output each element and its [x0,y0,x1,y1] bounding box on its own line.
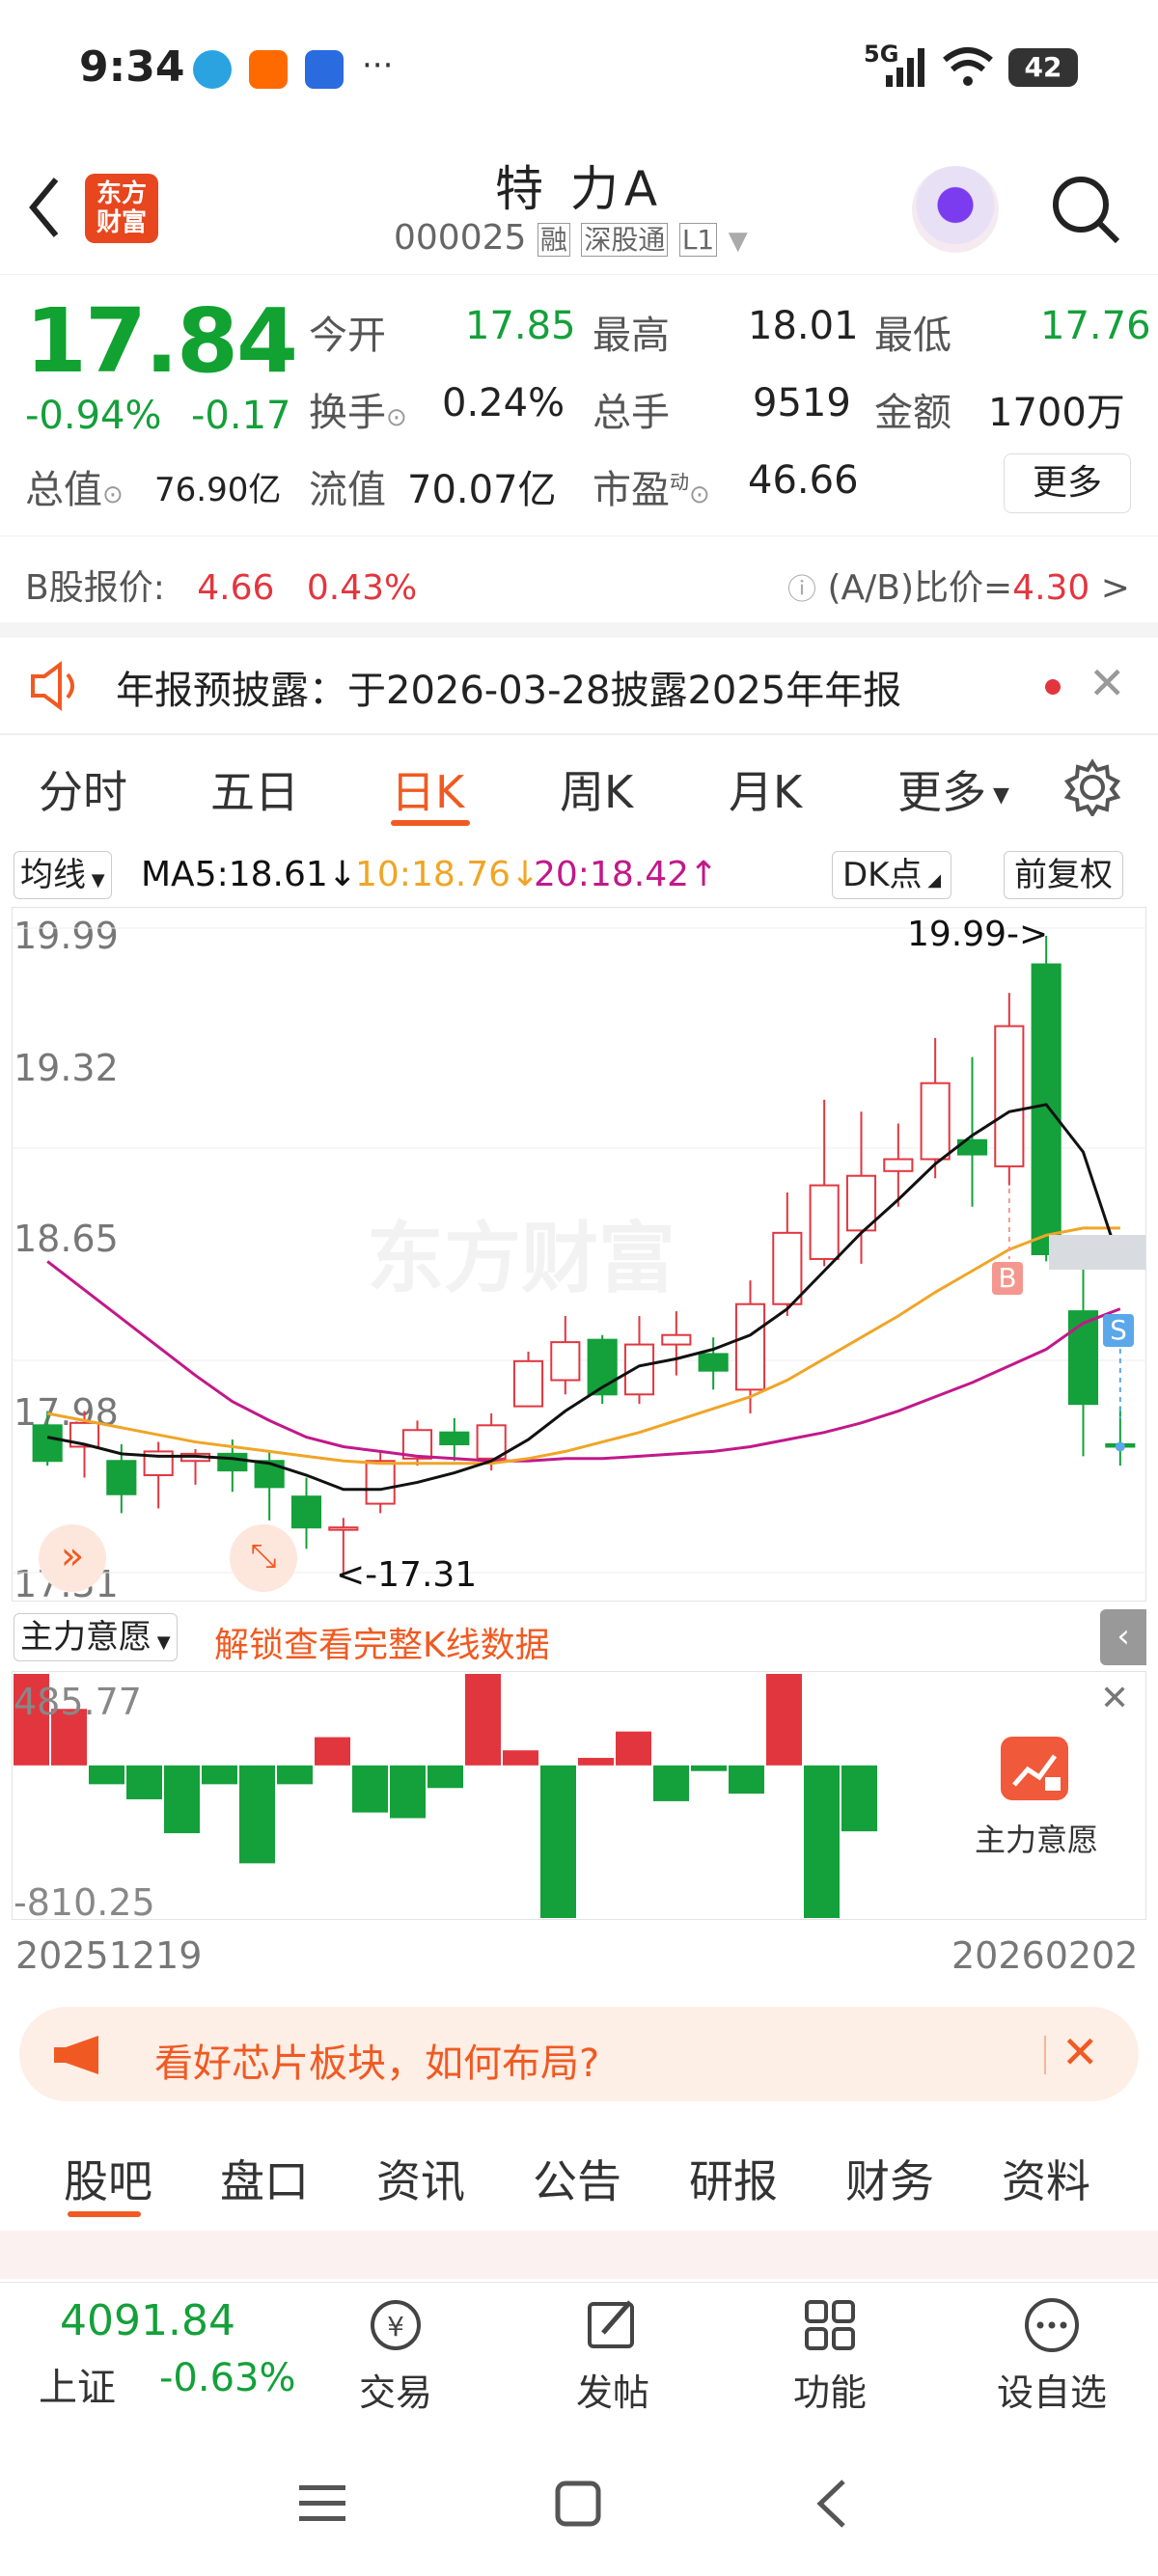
start-date: 20251219 [15,1934,203,1977]
tab-caiwu[interactable]: 财务 [845,2147,934,2210]
indicator-bar [691,1765,727,1771]
tab-guba[interactable]: 股吧 [64,2147,152,2210]
megaphone-icon [54,2036,98,2074]
back-nav-icon[interactable] [813,2478,851,2530]
ad-text: 看好芯片板块，如何布局? [154,2042,600,2086]
indicator-bar [578,1758,614,1766]
content-peek [0,2231,1158,2279]
edit-icon [588,2300,634,2348]
index-name: 上证 [39,2366,116,2410]
nav-trade-label: 交易 [358,2371,432,2414]
close-icon[interactable]: ✕ [1100,1679,1129,1718]
nav-trade[interactable]: ¥ 交易 [347,2296,444,2416]
indicator-bar [804,1765,840,1918]
indicator-bar [277,1765,313,1785]
indicator-plot [14,1674,877,1918]
ytick: -810.25 [14,1881,155,1924]
nav-post[interactable]: 发帖 [565,2296,661,2416]
nav-add-watch-label: 设自选 [996,2371,1107,2414]
indicator-lock-panel[interactable]: ✕ 主力意愿 [926,1679,1141,1915]
index-value: 4091.84 [60,2296,235,2345]
nav-function-label: 功能 [792,2371,867,2414]
indicator-bar [465,1674,501,1766]
home-icon[interactable] [554,2480,602,2528]
indicator-panel-label: 主力意愿 [975,1822,1099,1858]
indicator-bar [503,1750,538,1766]
tab-pankou[interactable]: 盘口 [220,2147,309,2210]
indicator-bar [89,1765,124,1785]
indicator-bar [239,1765,275,1864]
indicator-bar [427,1765,463,1789]
tab-yanbao[interactable]: 研报 [689,2147,778,2210]
index-pct: -0.63% [159,2356,296,2400]
svg-text:¥: ¥ [387,2311,404,2343]
ad-divider [1044,2036,1046,2074]
indicator-bar [841,1765,877,1832]
trade-icon: ¥ [371,2300,421,2350]
tab-ziliao[interactable]: 资料 [1002,2147,1090,2210]
indicator-bar [352,1765,388,1813]
index-widget[interactable]: 4091.84 上证 -0.63% [0,2296,318,2412]
indicator-bar [315,1737,350,1766]
tab-gonggao[interactable]: 公告 [533,2147,621,2210]
indicator-bar [616,1731,651,1766]
indicator-bar [729,1765,764,1795]
indicator-bar [164,1765,200,1834]
indicator-bar [126,1765,162,1799]
end-date: 20260202 [951,1934,1139,1977]
close-icon[interactable]: ✕ [1062,2026,1099,2078]
indicator-bar [390,1765,426,1819]
indicator-bar [653,1765,689,1801]
lock-chart-icon [1001,1737,1068,1800]
indicator-bar [766,1674,802,1766]
nav-add-watch[interactable]: 设自选 [984,2296,1119,2416]
indicator-bar [540,1765,576,1918]
indicator-bar [202,1765,237,1785]
menu-icon[interactable] [297,2480,347,2528]
nav-post-label: 发帖 [575,2371,649,2414]
ad-banner[interactable]: 看好芯片板块，如何布局? ✕ [19,2007,1139,2101]
active-tab-indicator [68,2211,141,2217]
more-dots-icon [1025,2298,1079,2352]
nav-function[interactable]: 功能 [782,2296,878,2416]
tab-zixun[interactable]: 资讯 [376,2147,465,2210]
ytick: 485.77 [14,1681,142,1723]
grid-icon [805,2300,855,2350]
